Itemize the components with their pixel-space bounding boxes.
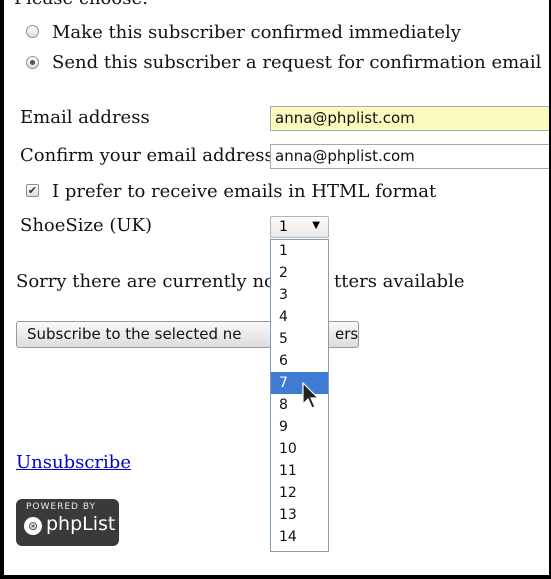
radio-send-request-label: Send this subscriber a request for confi…: [52, 52, 542, 73]
powered-by-phplist-badge[interactable]: POWERED BY ⊛ phpList: [16, 499, 119, 546]
arrow-pointer-icon: [302, 382, 320, 409]
email-field[interactable]: anna@phplist.com: [270, 106, 549, 131]
shoesize-option[interactable]: 5: [271, 328, 328, 350]
no-newsletters-message-start: Sorry there are currently no n: [16, 271, 293, 292]
shoesize-option[interactable]: 1: [271, 240, 328, 262]
radio-confirm-immediately[interactable]: [26, 25, 39, 38]
shoesize-label: ShoeSize (UK): [20, 215, 153, 236]
shoesize-option[interactable]: 14: [271, 526, 328, 548]
shoesize-option[interactable]: 9: [271, 416, 328, 438]
radio-confirm-immediately-label: Make this subscriber confirmed immediate…: [52, 22, 461, 43]
email-label: Email address: [20, 107, 150, 128]
phplist-name: phpList: [46, 513, 116, 535]
shoesize-option[interactable]: 12: [271, 482, 328, 504]
shoesize-option[interactable]: 2: [271, 262, 328, 284]
html-format-label: I prefer to receive emails in HTML forma…: [52, 181, 437, 202]
shoesize-option[interactable]: 10: [271, 438, 328, 460]
subscribe-button-label-start: Subscribe to the selected ne: [27, 325, 242, 343]
shoesize-selected-value: 1: [279, 219, 288, 235]
choose-heading: Please choose:: [14, 0, 148, 9]
subscribe-page: Please choose: Make this subscriber conf…: [4, 0, 549, 575]
unsubscribe-link[interactable]: Unsubscribe: [16, 452, 131, 473]
shoesize-select[interactable]: 1 ▼: [270, 216, 329, 238]
radio-send-request[interactable]: [26, 56, 39, 69]
chevron-down-icon: ▼: [312, 220, 320, 231]
shoesize-option[interactable]: 6: [271, 350, 328, 372]
no-newsletters-message-end: tters available: [334, 271, 465, 292]
shoesize-option[interactable]: 13: [271, 504, 328, 526]
html-format-checkbox[interactable]: ✔: [26, 184, 39, 197]
subscribe-button-label-end: ers: [335, 325, 359, 343]
shoesize-option[interactable]: 3: [271, 284, 328, 306]
shoesize-dropdown-list[interactable]: 1 2 3 4 5 6 7 8 9 10 11 12 13 14: [270, 239, 329, 552]
powered-by-text: POWERED BY: [26, 502, 97, 512]
confirm-email-field[interactable]: anna@phplist.com: [270, 144, 549, 169]
phplist-logo-icon: ⊛: [24, 517, 42, 535]
shoesize-option[interactable]: 11: [271, 460, 328, 482]
confirm-email-label: Confirm your email address: [20, 145, 274, 166]
shoesize-option[interactable]: 4: [271, 306, 328, 328]
